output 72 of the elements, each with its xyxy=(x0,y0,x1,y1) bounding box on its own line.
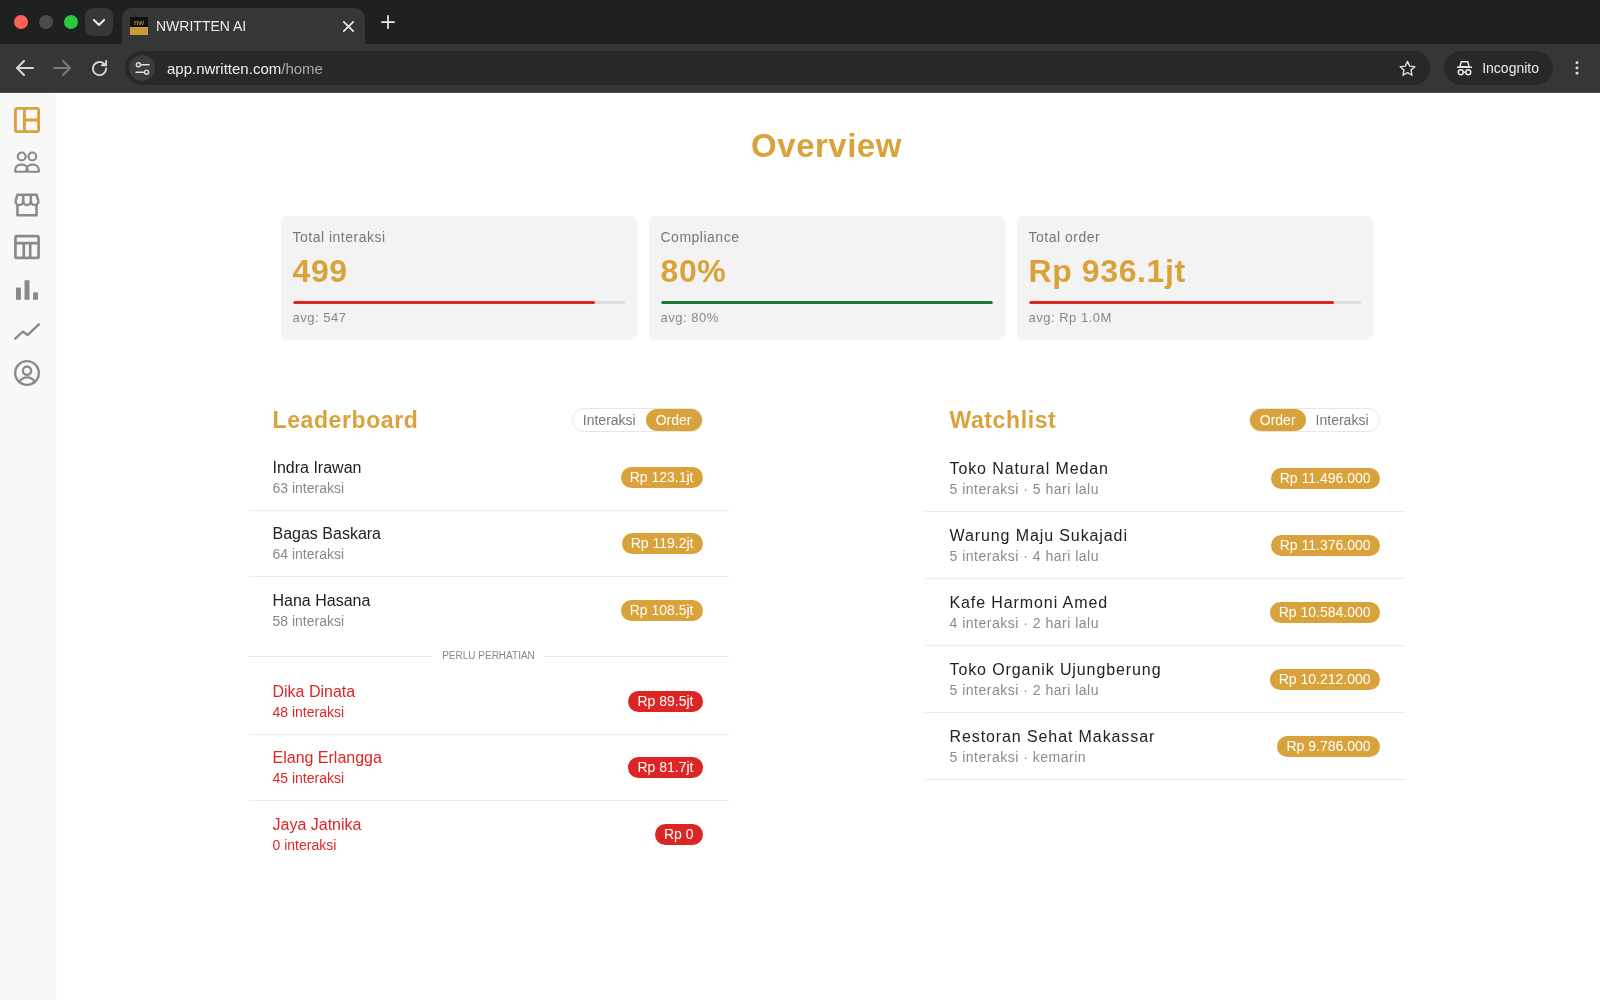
stat-label: Total order xyxy=(1028,229,1101,245)
amount-badge: Rp 11.496.000 xyxy=(1270,467,1380,489)
sliders-icon xyxy=(134,61,150,75)
amount-badge: Rp 123.1jt xyxy=(620,467,703,488)
plus-icon[interactable] xyxy=(381,15,395,29)
arrow-right-icon[interactable] xyxy=(53,60,71,76)
address-bar[interactable]: app.nwritten.com/home xyxy=(125,51,1431,85)
user-circle-icon[interactable] xyxy=(13,360,40,387)
person-name: Elang Erlangga xyxy=(272,748,382,768)
amount-badge: Rp 119.2jt xyxy=(621,533,703,554)
window-close-button[interactable] xyxy=(14,15,28,29)
amount-badge: Rp 108.5jt xyxy=(620,599,703,621)
amount-badge: Rp 0 xyxy=(654,823,703,845)
kebab-menu-icon[interactable] xyxy=(1575,61,1579,75)
toggle-option[interactable]: Interaksi xyxy=(572,409,646,431)
section-divider-label: PERLU PERHATIAN xyxy=(442,650,535,662)
stat-label: Total interaksi xyxy=(292,229,386,245)
stat-value: Rp 936.1jt xyxy=(1028,252,1186,290)
arrow-left-icon[interactable] xyxy=(16,60,34,76)
favicon-logo: nw xyxy=(130,17,148,35)
interaction-count: 45 interaksi xyxy=(272,769,345,787)
section-title: Leaderboard xyxy=(272,406,419,434)
page-title: Overview xyxy=(751,126,902,166)
interaction-count: 0 interaksi xyxy=(272,835,337,854)
stat-average: avg: 547 xyxy=(292,310,347,326)
store-detail: 5 interaksi · kemarin xyxy=(949,747,1087,766)
hat-glasses-icon xyxy=(1456,60,1474,76)
interaction-count: 48 interaksi xyxy=(272,703,345,721)
stat-value: 80% xyxy=(660,252,727,290)
store-name: Restoran Sehat Makassar xyxy=(949,726,1156,747)
stat-average: avg: 80% xyxy=(660,310,719,326)
amount-badge: Rp 9.786.000 xyxy=(1277,735,1380,757)
table-icon[interactable] xyxy=(13,234,40,261)
site-info-button[interactable] xyxy=(129,55,155,81)
browser-tab[interactable]: nw NWRITTEN AI xyxy=(122,8,365,44)
store-name: Kafe Harmoni Amed xyxy=(949,592,1108,613)
toggle-option[interactable]: Interaksi xyxy=(1305,409,1379,431)
store-icon[interactable] xyxy=(13,191,40,218)
users-icon[interactable] xyxy=(13,149,40,176)
store-name: Toko Organik Ujungberung xyxy=(949,659,1162,680)
close-icon[interactable] xyxy=(343,20,354,32)
store-name: Toko Natural Medan xyxy=(949,458,1109,479)
tab-list-button[interactable] xyxy=(85,8,113,36)
amount-badge: Rp 10.584.000 xyxy=(1269,601,1380,623)
stat-label: Compliance xyxy=(660,229,740,245)
person-name: Dika Dinata xyxy=(272,682,356,702)
stat-average: avg: Rp 1.0M xyxy=(1028,310,1112,326)
store-detail: 4 interaksi · 2 hari lalu xyxy=(949,613,1099,632)
amount-badge: Rp 81.7jt xyxy=(628,757,703,778)
interaction-count: 63 interaksi xyxy=(272,479,345,497)
amount-badge: Rp 89.5jt xyxy=(628,691,703,712)
person-name: Bagas Baskara xyxy=(272,524,381,544)
store-detail: 5 interaksi · 5 hari lalu xyxy=(949,479,1099,498)
amount-badge: Rp 10.212.000 xyxy=(1269,668,1380,690)
line-chart-icon[interactable] xyxy=(13,322,40,340)
store-detail: 5 interaksi · 2 hari lalu xyxy=(949,680,1099,699)
bar-chart-icon[interactable] xyxy=(15,279,38,300)
person-name: Indra Irawan xyxy=(272,458,362,478)
incognito-button[interactable]: Incognito xyxy=(1444,51,1553,85)
reload-icon[interactable] xyxy=(91,59,108,77)
person-name: Hana Hasana xyxy=(272,590,371,611)
person-name: Jaya Jatnika xyxy=(272,814,362,835)
window-zoom-button[interactable] xyxy=(64,15,78,29)
section-title: Watchlist xyxy=(949,406,1057,434)
store-detail: 5 interaksi · 4 hari lalu xyxy=(949,546,1099,565)
star-icon[interactable] xyxy=(1399,59,1417,77)
interaction-count: 58 interaksi xyxy=(272,611,345,630)
store-name: Warung Maju Sukajadi xyxy=(949,525,1128,546)
amount-badge: Rp 11.376.000 xyxy=(1270,534,1380,556)
interaction-count: 64 interaksi xyxy=(272,545,345,563)
chevron-down-icon xyxy=(93,18,105,26)
stat-value: 499 xyxy=(292,252,348,290)
